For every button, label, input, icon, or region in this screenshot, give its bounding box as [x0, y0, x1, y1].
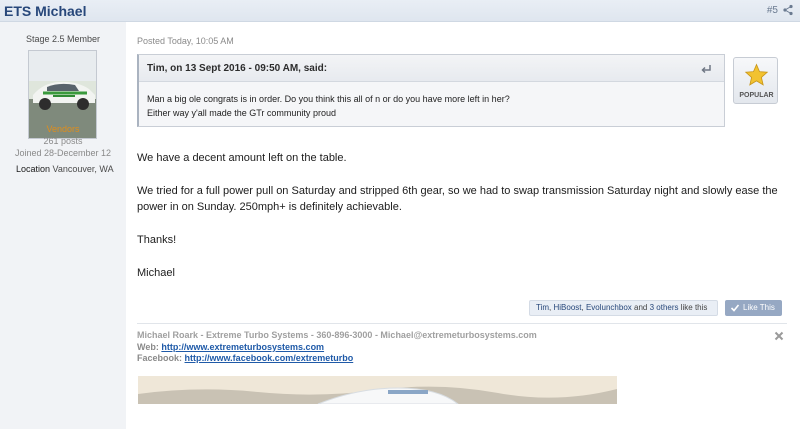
likes-suffix: like this — [680, 303, 708, 312]
signature-banner-image — [138, 376, 617, 404]
share-icon[interactable] — [782, 4, 794, 16]
location-label: Location — [16, 164, 51, 174]
signature-web-link[interactable]: http://www.extremeturbosystems.com — [161, 342, 324, 352]
popular-label: POPULAR — [739, 92, 774, 99]
author-sidebar: Stage 2.5 Member Vendors 261 posts Joine… — [0, 22, 126, 429]
liker-link[interactable]: HiBoost — [553, 303, 581, 312]
post-author-name[interactable]: ETS Michael — [4, 3, 86, 19]
signature: Michael Roark - Extreme Turbo Systems - … — [137, 330, 537, 365]
signature-web-label: Web: — [137, 341, 159, 352]
popular-badge: POPULAR — [733, 57, 778, 104]
member-group: Vendors — [46, 124, 80, 134]
signature-facebook: Facebook: http://www.facebook.com/extrem… — [137, 353, 537, 365]
liker-link[interactable]: Evolunchbox — [586, 303, 632, 312]
post-number-link[interactable]: #5 — [767, 5, 778, 16]
quote-line: Either way y'all made the GTr community … — [147, 108, 336, 118]
location-value: Vancouver, WA — [52, 164, 114, 174]
close-signature-icon[interactable] — [774, 331, 784, 341]
signature-divider — [137, 323, 787, 324]
signature-facebook-label: Facebook: — [137, 353, 183, 363]
others-link[interactable]: 3 others — [650, 303, 679, 312]
member-rank: Stage 2.5 Member — [25, 34, 101, 44]
quote-header: Tim, on 13 Sept 2016 - 09:50 AM, said: — [139, 55, 724, 82]
banner-graphic — [138, 376, 617, 404]
signature-facebook-link[interactable]: http://www.facebook.com/extremeturbo — [185, 353, 354, 363]
quote-body: Man a big ole congrats is in order. Do y… — [147, 92, 510, 120]
signature-contact: Michael Roark - Extreme Turbo Systems - … — [137, 330, 537, 340]
like-button[interactable]: Like This — [725, 300, 782, 316]
post-body: We have a decent amount left on the tabl… — [137, 150, 787, 298]
member-location: Location Vancouver, WA — [16, 164, 114, 174]
view-quoted-post-icon[interactable] — [700, 64, 712, 74]
post-count: 261 posts — [43, 136, 83, 146]
post-header: ETS Michael #5 — [0, 0, 800, 22]
signature-web: Web: http://www.extremeturbosystems.com — [137, 342, 537, 354]
quote-line: Man a big ole congrats is in order. Do y… — [147, 94, 510, 104]
like-button-label: Like This — [743, 303, 775, 312]
likes-and: and — [634, 303, 648, 312]
likes-summary: Tim, HiBoost, Evolunchbox and 3 others l… — [529, 300, 718, 316]
star-icon — [744, 63, 769, 86]
join-date: Joined 28-December 12 — [14, 148, 112, 158]
post-paragraph: We tried for a full power pull on Saturd… — [137, 185, 778, 213]
quote-block: Tim, on 13 Sept 2016 - 09:50 AM, said: M… — [137, 54, 725, 127]
post-paragraph: Thanks! — [137, 234, 177, 246]
quote-citation: Tim, on 13 Sept 2016 - 09:50 AM, said: — [147, 63, 328, 74]
post-paragraph: We have a decent amount left on the tabl… — [137, 152, 347, 164]
post-timestamp: Posted Today, 10:05 AM — [137, 36, 234, 46]
post-paragraph: Michael — [137, 267, 175, 279]
liker-link[interactable]: Tim — [536, 303, 549, 312]
check-icon — [730, 304, 740, 312]
